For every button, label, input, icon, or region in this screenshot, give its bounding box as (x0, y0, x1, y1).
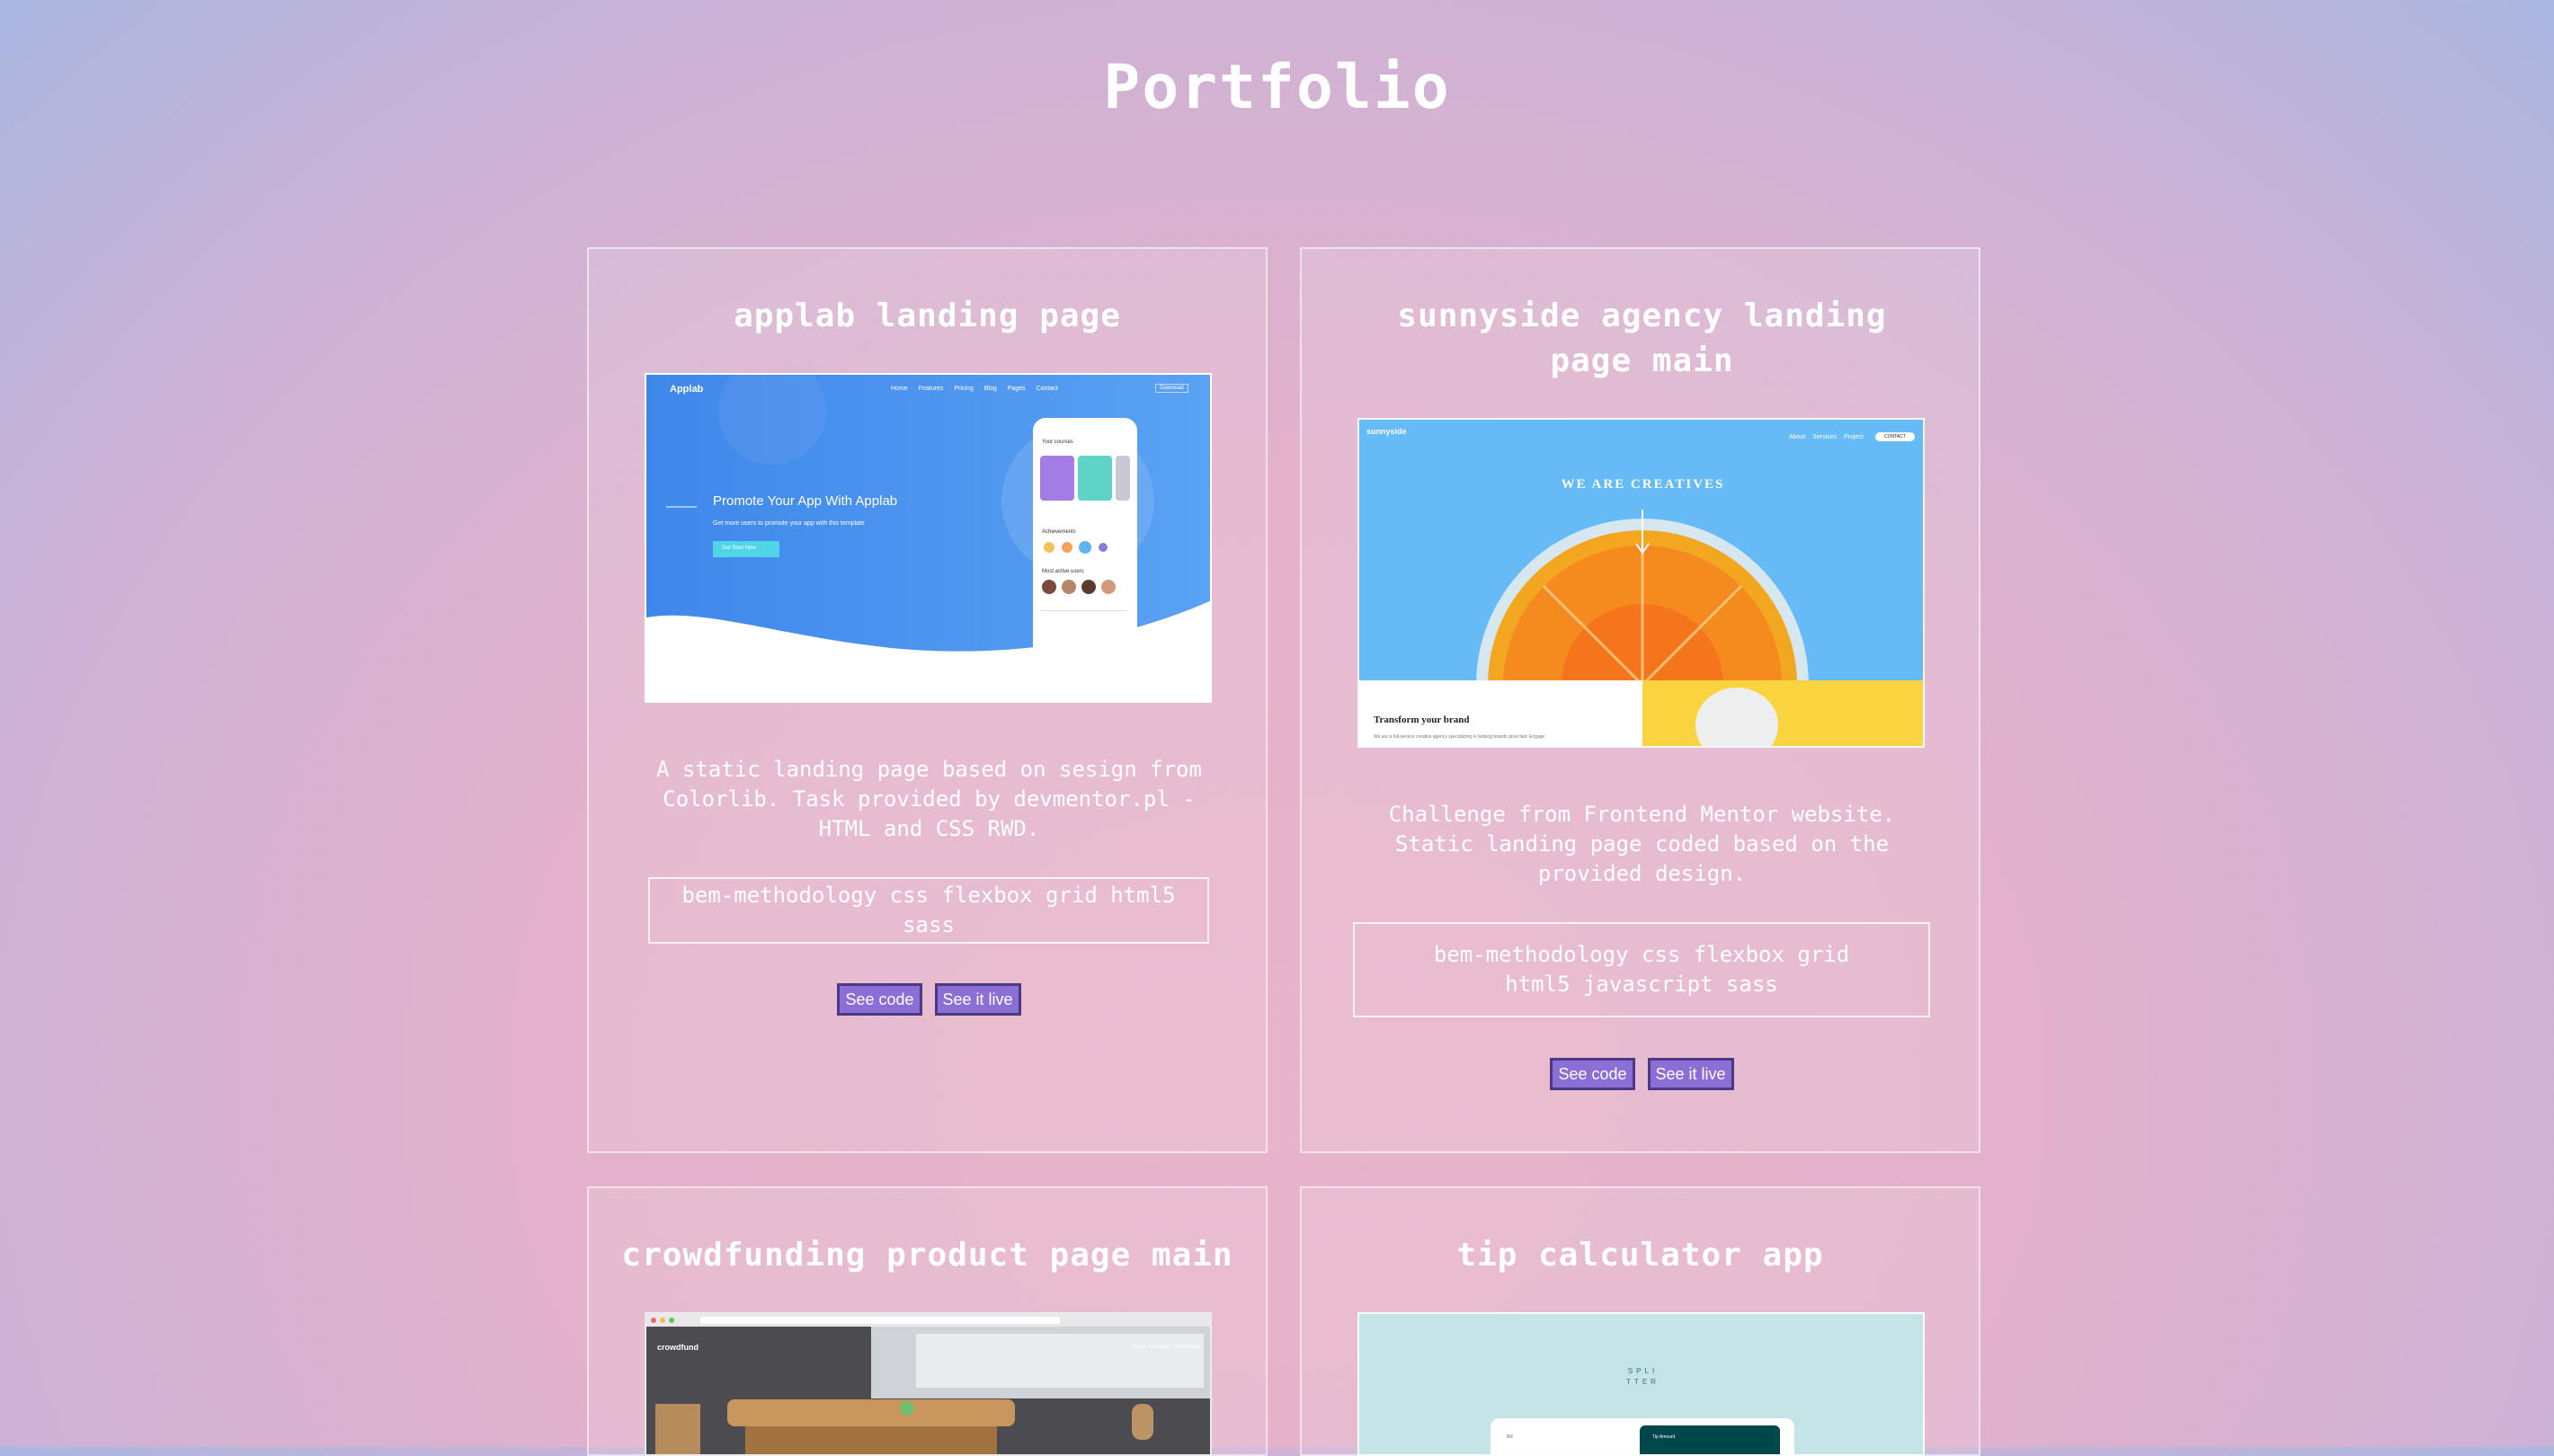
project-tags: bem-methodology css flexbox grid html5 j… (1353, 922, 1930, 1017)
sunnyside-hero-graphic (1359, 510, 1923, 746)
thumb-nav-item: Home (891, 386, 908, 392)
thumb-logo: crowdfund (657, 1343, 699, 1352)
thumb-nav-item: Project (1844, 434, 1864, 440)
project-thumbnail[interactable]: crowdfund About Discover Get Started (645, 1312, 1212, 1456)
project-description: A static landing page based on sesign fr… (656, 757, 1202, 841)
project-title: tip calculator app (1456, 1237, 1824, 1274)
thumb-nav: About Services Project (1789, 434, 1864, 440)
thumb-cta: CONTACT (1875, 432, 1915, 441)
thumb-logo: sunnyside (1366, 427, 1407, 436)
see-live-button[interactable]: See it live (934, 983, 1021, 1016)
project-actions: See code See it live (589, 983, 1269, 1016)
thumb-nav-item: Features (918, 386, 944, 392)
thumb-headline: Promote Your App With Applab (713, 493, 898, 509)
project-tags: bem-methodology css flexbox grid html5 s… (648, 877, 1209, 944)
thumb-cta: Download (1155, 384, 1188, 393)
thumb-nav-item: Blog (983, 386, 997, 392)
project-title: sunnyside agency landing page main (1397, 297, 1887, 379)
project-card-sunnyside: sunnyside agency landing page main sunny… (1300, 247, 1980, 1153)
thumb-nav: Home Features Pricing Blog Pages Contact (891, 386, 1058, 392)
thumb-logo: SPLI TTER (1626, 1367, 1660, 1386)
see-code-button[interactable]: See code (837, 983, 922, 1016)
project-card-applab: applab landing page Applab Home Features… (587, 247, 1268, 1153)
thumb-nav: About Discover Get Started (1132, 1345, 1201, 1350)
thumb-subtext: Get more users to promote your app with … (713, 520, 865, 527)
thumb-logo: Applab (670, 384, 704, 395)
thumb-nav-item: Contact (1036, 386, 1058, 392)
thumb-nav-item: Services (1812, 434, 1838, 440)
project-description: Challenge from Frontend Mentor website. … (1388, 802, 1896, 886)
thumb-section-title: Transform your brand (1374, 715, 1470, 725)
project-actions: See code See it live (1302, 1058, 1982, 1090)
thumb-panel: Tip Amount (1652, 1434, 1676, 1440)
thumb-nav-item: About (1789, 434, 1806, 440)
crowdfunding-hero-graphic (646, 1314, 1210, 1454)
thumb-button: Get Start Now (722, 546, 756, 551)
project-title: applab landing page (734, 297, 1121, 334)
project-card-tip-calculator: tip calculator app SPLI TTER Bill Tip Am… (1300, 1186, 1980, 1456)
thumb-headline: WE ARE CREATIVES (1561, 477, 1725, 492)
thumb-nav-item: Pricing (954, 386, 974, 392)
page-title: Portfolio (1103, 52, 1451, 123)
thumb-label: Bill (1507, 1434, 1513, 1440)
thumb-phone-section: Achievements (1042, 529, 1076, 535)
project-thumbnail[interactable]: SPLI TTER Bill Tip Amount (1357, 1312, 1925, 1456)
thumb-nav-item: Pages (1007, 386, 1026, 392)
thumb-phone-section: Most active users (1042, 569, 1084, 574)
project-card-crowdfunding: crowdfunding product page main crowdfund… (587, 1186, 1268, 1456)
project-thumbnail[interactable]: Applab Home Features Pricing Blog Pages … (645, 373, 1212, 703)
see-code-button[interactable]: See code (1550, 1058, 1635, 1090)
thumb-phone-heading: Your courses (1042, 439, 1073, 445)
applab-hero-graphic (646, 375, 1210, 662)
project-title: crowdfunding product page main (621, 1237, 1233, 1274)
see-live-button[interactable]: See it live (1647, 1058, 1734, 1090)
thumb-section-text: We are a full-service creative agency sp… (1374, 734, 1545, 740)
project-thumbnail[interactable]: sunnyside About Services Project CONTACT… (1357, 418, 1925, 748)
